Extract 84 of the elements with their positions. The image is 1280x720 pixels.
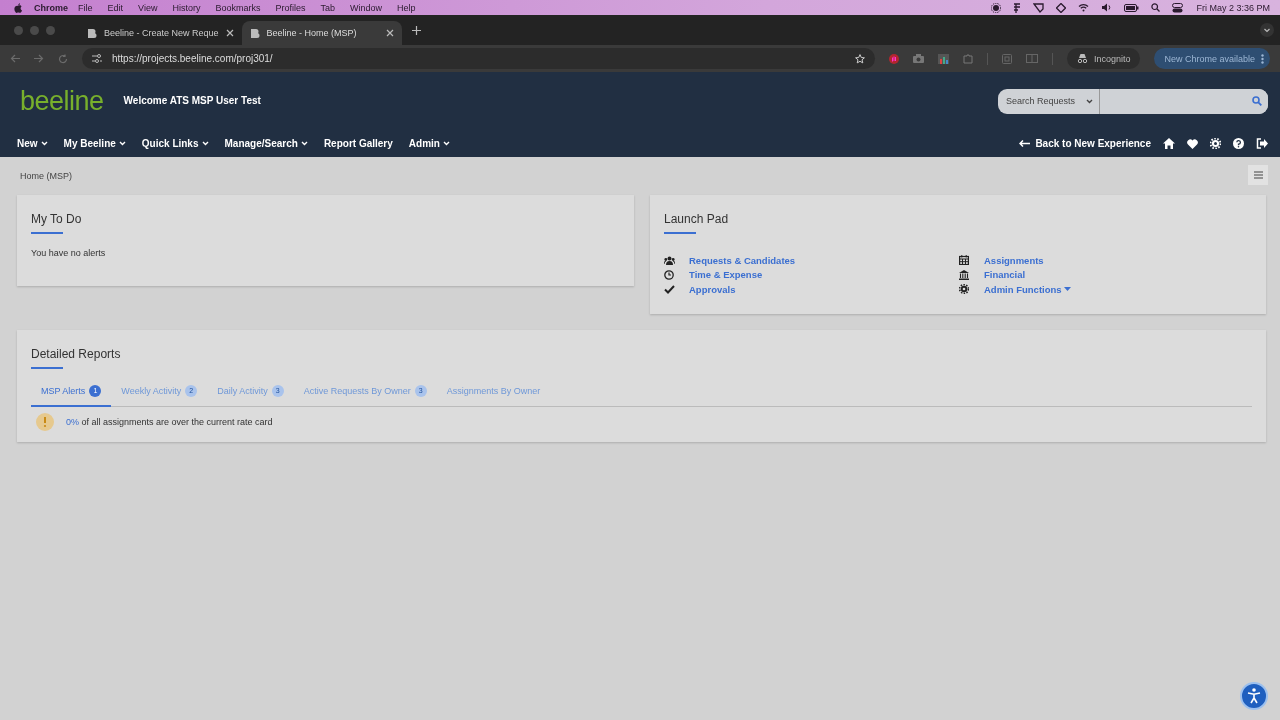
switches-icon[interactable] [1172, 2, 1185, 13]
bank-icon [959, 269, 969, 280]
clock-icon [664, 269, 674, 280]
percentage-link[interactable]: 0% [66, 416, 79, 427]
warning-icon [36, 412, 54, 431]
nav-menu-item[interactable]: Quick Links [141, 138, 209, 149]
shield-icon[interactable] [1033, 2, 1045, 13]
nav-menu-item[interactable]: Admin [408, 138, 450, 149]
menu-item[interactable]: File [78, 2, 93, 13]
browser-tab[interactable]: Beeline - Create New Reque [79, 21, 242, 45]
caret-icon [300, 141, 308, 146]
tab-list-icon[interactable] [1260, 23, 1274, 37]
empty-message: You have no alerts [31, 248, 107, 260]
help-icon[interactable] [1233, 138, 1244, 149]
card-title: Launch Pad [664, 212, 729, 226]
settings-icon[interactable] [1210, 138, 1221, 149]
brightness-icon[interactable] [991, 2, 1002, 13]
left-arrow-icon [1019, 140, 1031, 147]
speaker-icon[interactable] [1101, 3, 1113, 12]
caret-icon [201, 141, 209, 146]
nav-menu-item[interactable]: My Beeline [63, 138, 126, 149]
settings-icon [959, 284, 969, 295]
launch-pad-link[interactable]: Time & Expense [689, 269, 763, 281]
users-icon [664, 255, 675, 265]
launch-pad-link[interactable]: Assignments [984, 254, 1044, 266]
kebab-icon [1261, 53, 1264, 64]
site-settings-icon [92, 54, 102, 63]
launch-pad-link[interactable]: Financial [984, 269, 1026, 281]
battery-icon[interactable] [1124, 3, 1140, 12]
profile-chip[interactable]: Incognito [1066, 48, 1141, 69]
update-button[interactable]: New Chrome available [1154, 48, 1270, 69]
favicon-icon [87, 27, 97, 39]
menu-item[interactable]: Profiles [275, 2, 306, 13]
menu-icon [1253, 171, 1263, 179]
close-icon[interactable] [225, 29, 234, 37]
menu-item[interactable]: Window [349, 2, 382, 13]
back-link[interactable]: Back to New Experience [1019, 138, 1151, 149]
menu-item[interactable]: View [138, 2, 158, 13]
menu-item[interactable]: Bookmarks [215, 2, 261, 13]
diamond-icon[interactable] [1056, 2, 1067, 13]
heart-icon[interactable] [1187, 138, 1198, 149]
menu-item[interactable]: Edit [107, 2, 124, 13]
launch-pad-link[interactable]: Admin Functions [984, 283, 1071, 295]
card-title: Detailed Reports [31, 346, 121, 361]
browser-tab[interactable]: Beeline - Home (MSP) [241, 21, 402, 45]
close-icon[interactable] [385, 29, 394, 37]
chart-icon[interactable] [937, 53, 949, 64]
search-icon[interactable] [1151, 3, 1161, 12]
sign-out-icon[interactable] [1256, 138, 1268, 149]
accessibility-button[interactable] [1240, 682, 1268, 710]
launch-pad-link[interactable]: Requests & Candidates [689, 254, 796, 266]
address-bar[interactable]: https://projects.beeline.com/proj301/ [82, 48, 875, 69]
nav-menu-item[interactable]: Report Gallery [323, 138, 393, 149]
nav-menu-item[interactable]: Manage/Search [224, 138, 308, 149]
wifi-icon[interactable] [1078, 3, 1090, 12]
menu-item[interactable]: History [172, 2, 201, 13]
apple-icon [14, 2, 22, 13]
new-tab-icon[interactable] [411, 25, 421, 35]
grid-icon[interactable] [1013, 2, 1022, 13]
caret-icon [118, 141, 126, 146]
incognito-icon [1076, 54, 1088, 63]
home-icon[interactable] [1163, 138, 1175, 149]
alert-message: 0% of all assignments are over the current rate card [66, 416, 273, 427]
favicon-icon [249, 27, 260, 39]
hand-icon[interactable] [888, 53, 899, 64]
accessibility-icon [1247, 688, 1261, 704]
check-icon [664, 284, 675, 294]
menu-item[interactable]: Tab [320, 2, 335, 13]
caret-icon [442, 141, 450, 146]
welcome-text: Welcome ATS MSP User Test [123, 95, 261, 106]
caret-icon [1063, 287, 1071, 292]
star-icon[interactable] [854, 53, 865, 64]
menu-item[interactable]: Chrome [34, 2, 68, 13]
camera-icon[interactable] [912, 54, 924, 63]
nav-menu-item[interactable]: New [17, 138, 48, 149]
menu-item[interactable]: Help [397, 2, 416, 13]
clock-text[interactable]: Fri May 2 3:36 PM [1196, 2, 1270, 13]
caret-icon [1086, 98, 1093, 104]
caret-icon [40, 141, 48, 146]
launch-pad-link[interactable]: Approvals [689, 283, 736, 295]
calendar-icon [959, 255, 969, 266]
logo: beeline [20, 85, 104, 117]
card-title: My To Do [31, 212, 82, 226]
breadcrumb: Home (MSP) [19, 170, 72, 183]
